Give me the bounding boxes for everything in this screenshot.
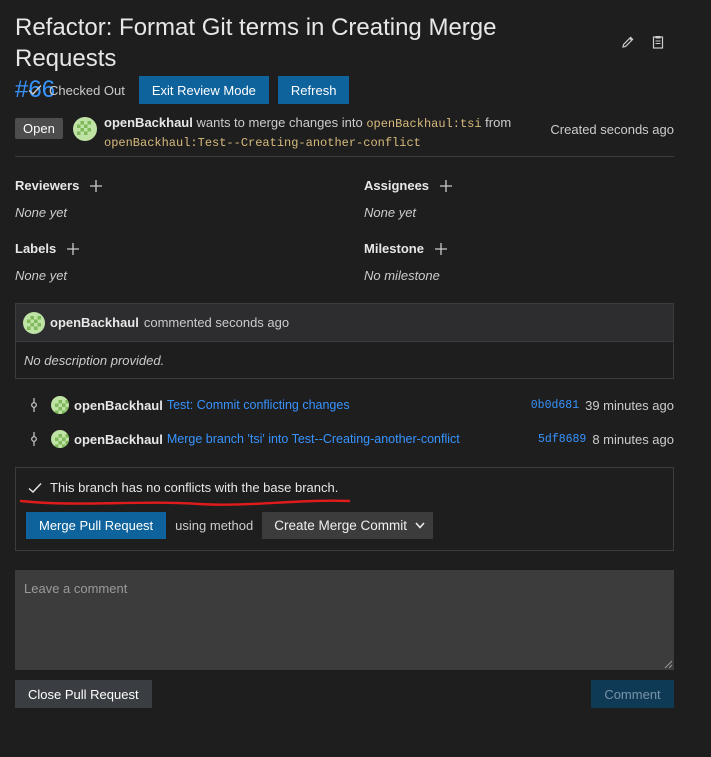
- git-commit-icon: [31, 398, 37, 412]
- merge-pull-request-button[interactable]: Merge Pull Request: [26, 512, 167, 539]
- created-time: Created seconds ago: [550, 122, 674, 137]
- merge-method-select[interactable]: Create Merge Commit: [262, 512, 434, 539]
- comment-button[interactable]: Comment: [591, 680, 674, 708]
- merge-status: This branch has no conflicts with the ba…: [28, 480, 338, 495]
- commit-row: openBackhaul Test: Commit conflicting ch…: [28, 394, 674, 416]
- using-method-label: using method: [175, 518, 254, 533]
- avatar[interactable]: [51, 430, 69, 448]
- assignees-label: Assignees: [364, 178, 430, 193]
- refresh-button[interactable]: Refresh: [277, 76, 350, 104]
- git-commit-icon: [31, 432, 37, 446]
- header-icons: [620, 34, 666, 50]
- add-reviewer-icon[interactable]: [89, 179, 103, 193]
- avatar[interactable]: [23, 311, 45, 334]
- chevron-down-icon: [415, 522, 425, 529]
- pr-status-row: Open openBackhaul wants to merge changes…: [15, 115, 674, 150]
- status-badge: Open: [15, 118, 63, 139]
- merge-panel: This branch has no conflicts with the ba…: [15, 467, 674, 551]
- checked-out-label: Checked Out: [49, 82, 125, 98]
- commit-sha[interactable]: 5df8689: [538, 433, 586, 446]
- assignees-value: None yet: [364, 205, 417, 220]
- from-text: from: [485, 115, 512, 130]
- commit-time: 8 minutes ago: [592, 431, 674, 447]
- description-comment: openBackhaul commented seconds ago No de…: [15, 303, 674, 379]
- labels-section: Labels None yet: [15, 241, 315, 283]
- close-pull-request-button[interactable]: Close Pull Request: [15, 680, 152, 708]
- merge-description: openBackhaul wants to merge changes into…: [104, 114, 524, 152]
- review-actions: Checked Out Exit Review Mode Refresh: [28, 76, 350, 104]
- divider: [15, 156, 674, 157]
- comment-author[interactable]: openBackhaul: [50, 315, 139, 330]
- commit-author[interactable]: openBackhaul: [74, 398, 163, 413]
- pr-title: Refactor: Format Git terms in Creating M…: [15, 14, 497, 72]
- reviewers-section: Reviewers None yet: [15, 178, 315, 220]
- pencil-icon[interactable]: [620, 34, 636, 50]
- avatar[interactable]: [73, 117, 97, 141]
- labels-label: Labels: [15, 241, 57, 256]
- exit-review-mode-button[interactable]: Exit Review Mode: [138, 76, 269, 104]
- avatar[interactable]: [51, 396, 69, 414]
- red-underline-annotation: [19, 499, 351, 506]
- commit-row: openBackhaul Merge branch 'tsi' into Tes…: [28, 428, 674, 450]
- commit-message[interactable]: Test: Commit conflicting changes: [167, 398, 350, 412]
- checked-out-indicator: Checked Out: [28, 83, 125, 98]
- assignees-section: Assignees None yet: [364, 178, 664, 220]
- commit-sha[interactable]: 0b0d681: [531, 399, 579, 412]
- resize-grip-icon[interactable]: [663, 659, 673, 669]
- commit-time: 39 minutes ago: [585, 397, 674, 413]
- check-icon: [28, 482, 42, 493]
- reviewers-label: Reviewers: [15, 178, 80, 193]
- source-branch: openBackhaul:Test--Creating-another-conf…: [104, 136, 421, 150]
- comment-textarea[interactable]: [15, 570, 674, 670]
- clipboard-icon[interactable]: [650, 34, 666, 50]
- comment-body: No description provided.: [24, 353, 165, 368]
- comment-header: openBackhaul commented seconds ago: [16, 304, 673, 342]
- commit-message[interactable]: Merge branch 'tsi' into Test--Creating-a…: [167, 432, 460, 446]
- wants-text: wants to merge changes into: [196, 115, 363, 130]
- target-branch: openBackhaul:tsi: [366, 117, 482, 131]
- merge-controls: Merge Pull Request using method Create M…: [26, 512, 434, 539]
- milestone-section: Milestone No milestone: [364, 241, 664, 283]
- milestone-label: Milestone: [364, 241, 424, 256]
- add-milestone-icon[interactable]: [434, 242, 448, 256]
- merge-method-value: Create Merge Commit: [274, 518, 408, 533]
- author-name[interactable]: openBackhaul: [104, 115, 193, 130]
- reviewers-value: None yet: [15, 205, 68, 220]
- comment-action: commented seconds ago: [143, 315, 290, 330]
- add-label-icon[interactable]: [66, 242, 80, 256]
- labels-value: None yet: [15, 268, 68, 283]
- commit-author[interactable]: openBackhaul: [74, 432, 163, 447]
- add-assignee-icon[interactable]: [439, 179, 453, 193]
- merge-status-text: This branch has no conflicts with the ba…: [50, 480, 339, 495]
- milestone-value: No milestone: [364, 268, 440, 283]
- check-icon: [28, 85, 42, 95]
